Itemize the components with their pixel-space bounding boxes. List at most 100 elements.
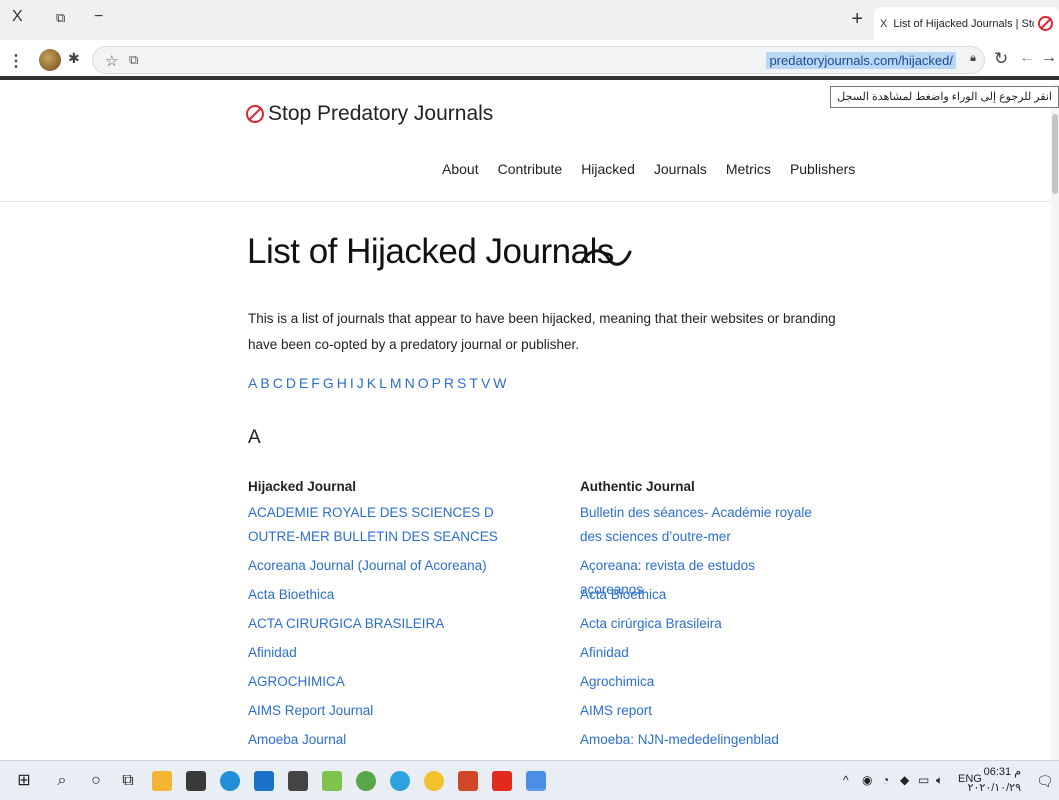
clock-time: 06:31 م	[983, 766, 1021, 778]
intro-text: This is a list of journals that appear t…	[248, 311, 836, 352]
authentic-journal-link[interactable]: Amoeba: NJN-mededelingenblad	[580, 728, 820, 757]
logo-text: Stop Predatory Journals	[268, 102, 494, 125]
alphabet-link-a[interactable]: A	[248, 375, 257, 391]
alphabet-link-n[interactable]: N	[405, 375, 415, 391]
alphabet-link-l[interactable]: L	[379, 375, 387, 391]
new-tab-button[interactable]: +	[851, 8, 863, 31]
window-minimize-button[interactable]: −	[94, 8, 103, 26]
alphabet-link-c[interactable]: C	[273, 375, 283, 391]
page-scrollbar[interactable]	[1051, 84, 1059, 760]
nav-metrics[interactable]: Metrics	[726, 161, 771, 177]
alphabet-link-r[interactable]: R	[444, 375, 454, 391]
authentic-column: Authentic Journal Bulletin des séances- …	[580, 477, 820, 757]
nav-contribute[interactable]: Contribute	[498, 161, 563, 177]
authentic-journal-link[interactable]: Açoreana: revista de estudos açoreanos	[580, 554, 820, 597]
stop-favicon-icon	[1038, 16, 1053, 31]
menu-dots-icon[interactable]: ⋮	[8, 51, 24, 71]
tray-app-icon[interactable]: ◉	[862, 773, 872, 787]
app-icon-green[interactable]	[322, 771, 342, 791]
window-close-button[interactable]: X	[12, 8, 23, 26]
site-logo[interactable]: Stop Predatory Journals	[246, 102, 493, 126]
app-icon-leaf[interactable]	[356, 771, 376, 791]
chrome-icon[interactable]	[424, 771, 444, 791]
calculator-icon[interactable]	[288, 771, 308, 791]
clock[interactable]: 06:31 م ٢٠٢٠/١٠/٢٩	[968, 764, 1021, 796]
nav-journals[interactable]: Journals	[654, 161, 707, 177]
nav-hijacked[interactable]: Hijacked	[581, 161, 635, 177]
alphabet-link-s[interactable]: S	[457, 375, 466, 391]
alphabet-link-d[interactable]: D	[286, 375, 296, 391]
alphabet-link-w[interactable]: W	[493, 375, 506, 391]
url-text[interactable]: predatoryjournals.com/hijacked/	[766, 52, 956, 69]
file-explorer-icon[interactable]	[152, 771, 172, 791]
authentic-journal-link[interactable]: AIMS report	[580, 699, 820, 728]
authentic-journal-link[interactable]: Bulletin des séances- Académie royale de…	[580, 501, 820, 554]
task-view-icon[interactable]: ⧉	[118, 771, 138, 791]
alphabet-link-v[interactable]: V	[481, 375, 490, 391]
scrollbar-thumb[interactable]	[1052, 114, 1058, 194]
bookmark-star-icon[interactable]: ☆	[105, 52, 118, 70]
hijacked-journal-link[interactable]: Afinidad	[248, 641, 548, 670]
hijacked-journal-link[interactable]: ACADEMIE ROYALE DES SCIENCES D OUTRE-MER…	[248, 501, 548, 554]
store-icon[interactable]	[186, 771, 206, 791]
hijacked-journal-link[interactable]: Acta Bioethica	[248, 583, 548, 612]
powerpoint-icon[interactable]	[458, 771, 478, 791]
authentic-journal-link[interactable]: Acta cirúrgica Brasileira	[580, 612, 820, 641]
alphabet-link-g[interactable]: G	[323, 375, 334, 391]
nav-about[interactable]: About	[442, 161, 479, 177]
authentic-journal-link[interactable]: Agrochimica	[580, 670, 820, 699]
authentic-journal-link[interactable]: Acta Bioethica	[580, 583, 820, 612]
back-arrow-icon[interactable]: ←	[1019, 49, 1035, 67]
tray-app-icon-2[interactable]: ◆	[900, 773, 909, 787]
hijacked-list: ACADEMIE ROYALE DES SCIENCES D OUTRE-MER…	[248, 501, 548, 757]
cast-icon[interactable]: ⧉	[129, 52, 138, 68]
address-bar[interactable]: ☆ ⧉ predatoryjournals.com/hijacked/ 🔒︎	[92, 46, 985, 74]
alphabet-link-m[interactable]: M	[390, 375, 402, 391]
page-title: List of Hijacked Journals	[247, 232, 614, 271]
window-restore-button[interactable]: ⧉	[56, 10, 65, 26]
cortana-icon[interactable]: ○	[86, 771, 106, 791]
wifi-icon[interactable]: ◔	[882, 773, 889, 787]
reload-icon[interactable]: ↻	[994, 49, 1008, 69]
hijacked-journal-link[interactable]: Amoeba Journal	[248, 728, 548, 757]
edge-icon[interactable]	[220, 771, 240, 791]
alphabet-link-h[interactable]: H	[337, 375, 347, 391]
lock-icon[interactable]: 🔒︎	[970, 52, 976, 65]
clock-date: ٢٠٢٠/١٠/٢٩	[967, 782, 1021, 794]
profile-avatar[interactable]	[39, 49, 61, 71]
hijacked-journal-link[interactable]: ACTA CIRURGICA BRASILEIRA	[248, 612, 548, 641]
hijacked-journal-link[interactable]: Acoreana Journal (Journal of Acoreana)	[248, 554, 548, 583]
alphabet-link-j[interactable]: J	[357, 375, 364, 391]
handwritten-tilde-mark	[580, 249, 632, 266]
section-letter: A	[248, 427, 261, 448]
alphabet-link-o[interactable]: O	[418, 375, 429, 391]
alphabet-link-p[interactable]: P	[432, 375, 441, 391]
alphabet-link-i[interactable]: I	[350, 375, 354, 391]
search-icon[interactable]: ⌕	[52, 771, 72, 791]
tray-expand-icon[interactable]: ^	[843, 773, 849, 787]
battery-icon[interactable]: ▭	[918, 773, 929, 787]
telegram-icon[interactable]	[390, 771, 410, 791]
forward-arrow-icon[interactable]: →	[1041, 49, 1057, 67]
extensions-icon[interactable]: ✱	[68, 50, 80, 67]
mail-icon[interactable]	[254, 771, 274, 791]
nav-publishers[interactable]: Publishers	[790, 161, 855, 177]
hijacked-journal-link[interactable]: AIMS Report Journal	[248, 699, 548, 728]
notifications-icon[interactable]: 🗨︎	[1036, 773, 1054, 790]
alphabet-link-b[interactable]: B	[260, 375, 269, 391]
tab-title: List of Hijacked Journals | Stop Pr	[893, 17, 1034, 30]
main-nav: About Contribute Hijacked Journals Metri…	[442, 161, 855, 177]
back-tooltip: انقر للرجوع إلى الوراء واضغط لمشاهدة الس…	[830, 86, 1059, 108]
hijacked-journal-link[interactable]: AGROCHIMICA	[248, 670, 548, 699]
alphabet-link-t[interactable]: T	[469, 375, 478, 391]
alphabet-link-k[interactable]: K	[367, 375, 376, 391]
chrome-active-icon[interactable]	[526, 771, 546, 791]
authentic-journal-link[interactable]: Afinidad	[580, 641, 820, 670]
tab-close-button[interactable]: X	[880, 18, 887, 30]
alphabet-link-e[interactable]: E	[299, 375, 308, 391]
acrobat-icon[interactable]	[492, 771, 512, 791]
alphabet-link-f[interactable]: F	[311, 375, 320, 391]
windows-start-icon[interactable]: ⊞	[14, 771, 34, 791]
volume-icon[interactable]: 🔈︎	[936, 773, 943, 788]
active-tab[interactable]: X List of Hijacked Journals | Stop Pr	[874, 7, 1059, 40]
